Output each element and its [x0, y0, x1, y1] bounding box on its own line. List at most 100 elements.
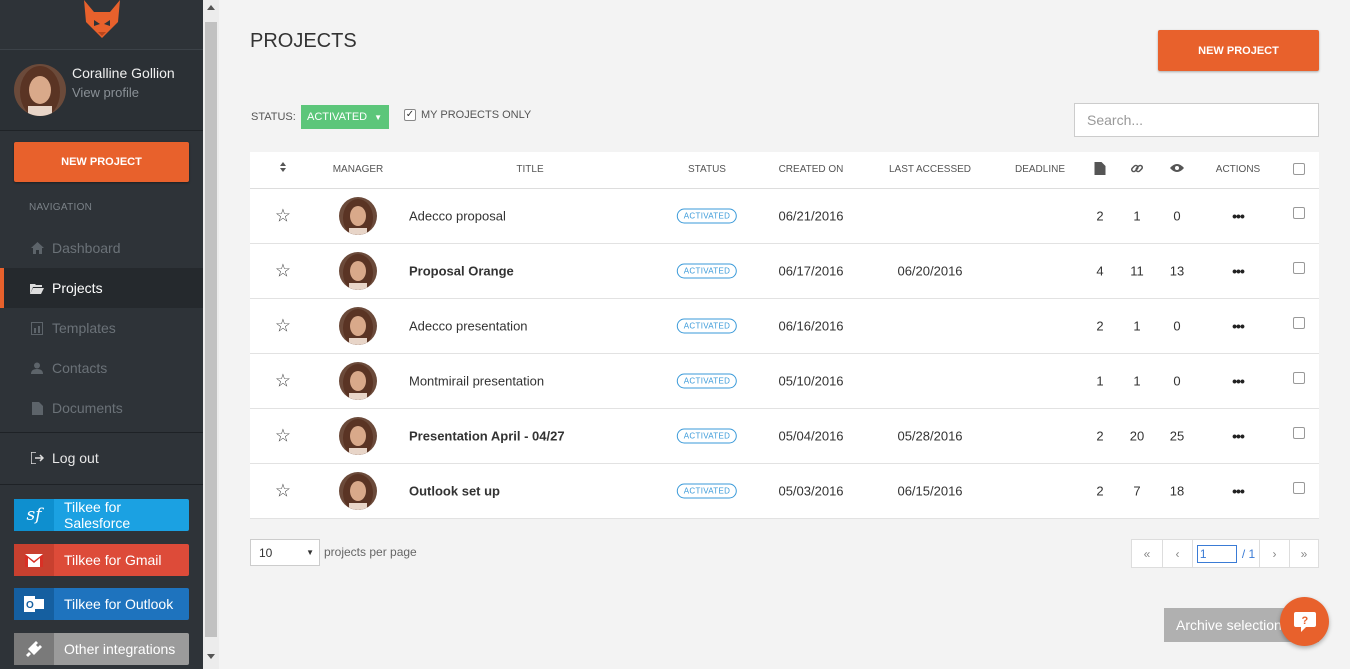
row-checkbox[interactable]	[1293, 427, 1305, 439]
row-checkbox[interactable]	[1293, 372, 1305, 384]
sidebar-new-project-button[interactable]: NEW PROJECT	[14, 142, 189, 182]
new-project-button[interactable]: NEW PROJECT	[1158, 30, 1319, 71]
actions-menu-icon[interactable]: •••	[1232, 428, 1245, 444]
table-row[interactable]: ☆ Adecco proposal ACTIVATED 06/21/2016 2 1 0 ••…	[250, 189, 1319, 244]
sidebar-item-label: Templates	[52, 320, 116, 336]
views-count: 0	[1173, 208, 1181, 224]
template-icon	[30, 321, 44, 335]
project-title[interactable]: Presentation April - 04/27	[409, 429, 565, 444]
first-page-button[interactable]: «	[1132, 540, 1163, 567]
col-title[interactable]: TITLE	[516, 164, 543, 175]
status-badge: ACTIVATED	[676, 428, 738, 444]
logo[interactable]	[0, 0, 203, 50]
my-projects-checkbox[interactable]: ✓	[404, 109, 416, 121]
sidebar-item-projects[interactable]: Projects	[0, 268, 203, 308]
per-page-value: 10	[259, 545, 273, 560]
scroll-down-icon[interactable]	[207, 654, 215, 659]
sidebar-item-documents[interactable]: Documents	[0, 388, 203, 428]
row-checkbox[interactable]	[1293, 207, 1305, 219]
links-count: 7	[1133, 483, 1141, 499]
profile[interactable]: Coralline Gollion View profile	[0, 50, 203, 131]
pagination: « ‹ 1 / 1 › »	[1131, 539, 1319, 568]
logout-label: Log out	[52, 450, 99, 466]
table-row[interactable]: ☆ Adecco presentation ACTIVATED 06/16/2016 2…	[250, 299, 1319, 354]
salesforce-integration-button[interactable]: sf Tilkee for Salesforce	[14, 499, 189, 531]
scroll-up-icon[interactable]	[207, 5, 215, 10]
sidebar-item-contacts[interactable]: Contacts	[0, 348, 203, 388]
integration-label: Tilkee for Outlook	[64, 596, 174, 612]
view-profile-link[interactable]: View profile	[72, 85, 175, 100]
col-created-on[interactable]: CREATED ON	[779, 164, 844, 175]
actions-menu-icon[interactable]: •••	[1232, 208, 1245, 224]
col-manager[interactable]: MANAGER	[333, 164, 384, 175]
eye-icon[interactable]	[1170, 163, 1184, 176]
home-icon	[30, 241, 44, 255]
table-row[interactable]: ☆ Montmirail presentation ACTIVATED 05/10/2…	[250, 354, 1319, 409]
per-page-select[interactable]: 10 ▼	[250, 539, 320, 566]
my-projects-toggle[interactable]: ✓ MY PROJECTS ONLY	[404, 109, 531, 121]
views-count: 0	[1173, 318, 1181, 334]
star-icon[interactable]: ☆	[275, 316, 291, 337]
star-icon[interactable]: ☆	[275, 261, 291, 282]
manager-avatar[interactable]	[339, 417, 377, 455]
status-dropdown[interactable]: ACTIVATED ▼	[301, 105, 389, 129]
table-row[interactable]: ☆ Outlook set up ACTIVATED 05/03/2016 06/15/…	[250, 464, 1319, 519]
col-status[interactable]: STATUS	[688, 164, 726, 175]
gmail-integration-button[interactable]: Tilkee for Gmail	[14, 544, 189, 576]
row-checkbox[interactable]	[1293, 317, 1305, 329]
actions-menu-icon[interactable]: •••	[1232, 263, 1245, 279]
page-total: / 1	[1241, 546, 1256, 561]
star-icon[interactable]: ☆	[275, 371, 291, 392]
outlook-icon: O	[14, 588, 54, 620]
integration-label: Tilkee for Gmail	[64, 552, 162, 568]
projects-table: MANAGER TITLE STATUS CREATED ON LAST ACC…	[250, 152, 1319, 519]
manager-avatar[interactable]	[339, 307, 377, 345]
star-icon[interactable]: ☆	[275, 206, 291, 227]
col-last-accessed[interactable]: LAST ACCESSED	[889, 164, 971, 175]
project-title[interactable]: Montmirail presentation	[409, 374, 544, 389]
sidebar-divider	[0, 484, 203, 485]
next-page-button[interactable]: ›	[1260, 540, 1290, 567]
star-icon[interactable]: ☆	[275, 426, 291, 447]
prev-page-button[interactable]: ‹	[1163, 540, 1193, 567]
manager-avatar[interactable]	[339, 362, 377, 400]
project-title[interactable]: Proposal Orange	[409, 264, 514, 279]
select-all-checkbox[interactable]	[1293, 163, 1305, 175]
document-icon	[30, 401, 44, 415]
integration-label: Tilkee for Salesforce	[64, 499, 131, 531]
row-checkbox[interactable]	[1293, 482, 1305, 494]
search-input[interactable]: Search...	[1074, 103, 1319, 137]
col-deadline[interactable]: DEADLINE	[1015, 164, 1065, 175]
actions-menu-icon[interactable]: •••	[1232, 373, 1245, 389]
scroll-thumb[interactable]	[205, 22, 217, 637]
manager-avatar[interactable]	[339, 472, 377, 510]
logout-button[interactable]: Log out	[0, 438, 203, 478]
actions-menu-icon[interactable]: •••	[1232, 318, 1245, 334]
project-title[interactable]: Adecco proposal	[409, 209, 506, 224]
sort-icon[interactable]	[280, 162, 286, 175]
manager-avatar[interactable]	[339, 252, 377, 290]
link-icon[interactable]	[1130, 162, 1144, 178]
project-title[interactable]: Adecco presentation	[409, 319, 528, 334]
sidebar-item-dashboard[interactable]: Dashboard	[0, 228, 203, 268]
scrollbar[interactable]	[203, 0, 219, 669]
sidebar-item-templates[interactable]: Templates	[0, 308, 203, 348]
row-checkbox[interactable]	[1293, 262, 1305, 274]
help-chat-button[interactable]: ?	[1280, 597, 1329, 646]
last-page-button[interactable]: »	[1290, 540, 1318, 567]
table-row[interactable]: ☆ Proposal Orange ACTIVATED 06/17/2016 06/20…	[250, 244, 1319, 299]
integration-label: Other integrations	[64, 641, 176, 657]
project-title[interactable]: Outlook set up	[409, 484, 500, 499]
last-accessed: 06/20/2016	[897, 263, 963, 279]
svg-text:O: O	[26, 600, 34, 611]
outlook-integration-button[interactable]: O Tilkee for Outlook	[14, 588, 189, 620]
star-icon[interactable]: ☆	[275, 481, 291, 502]
avatar[interactable]	[14, 64, 66, 116]
table-row[interactable]: ☆ Presentation April - 04/27 ACTIVATED 05/0…	[250, 409, 1319, 464]
actions-menu-icon[interactable]: •••	[1232, 483, 1245, 499]
other-integrations-button[interactable]: Other integrations	[14, 633, 189, 665]
nav-title: NAVIGATION	[29, 202, 93, 213]
manager-avatar[interactable]	[339, 197, 377, 235]
page-input[interactable]: 1	[1196, 544, 1237, 563]
documents-icon[interactable]	[1094, 162, 1106, 178]
